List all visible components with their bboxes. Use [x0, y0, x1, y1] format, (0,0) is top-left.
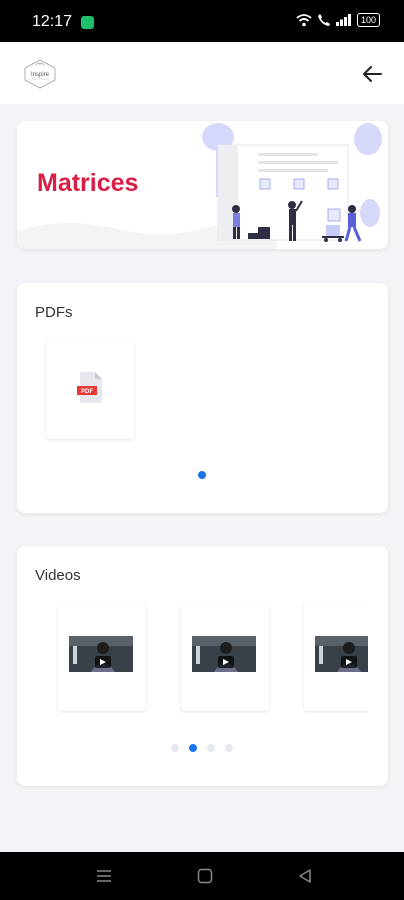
battery-icon: 100: [356, 13, 380, 27]
wifi-icon: [296, 13, 312, 26]
logo-text: Inspire: [31, 72, 50, 78]
home-icon[interactable]: [197, 868, 213, 884]
status-time: 12:17: [32, 13, 73, 30]
call-icon: [317, 14, 330, 26]
video-item[interactable]: [181, 603, 269, 711]
video-thumbnail: [69, 636, 133, 672]
videos-page-dot[interactable]: [207, 744, 215, 752]
inspire-logo: Inspire: [24, 59, 56, 89]
status-icons: 100: [296, 13, 380, 27]
videos-page-dot-active[interactable]: [189, 744, 197, 752]
recent-apps-icon[interactable]: [96, 868, 112, 884]
video-item[interactable]: [58, 603, 146, 711]
pdf-file-icon: PDF: [77, 372, 102, 403]
topic-banner: Matrices: [17, 121, 388, 249]
system-nav-bar: [0, 852, 404, 900]
video-thumbnail: [315, 636, 368, 672]
signal-icon: [335, 14, 351, 26]
app-header: Inspire: [0, 42, 404, 104]
videos-page-dot[interactable]: [171, 744, 179, 752]
pdfs-section-title: PDFs: [35, 304, 73, 321]
topic-title: Matrices: [37, 169, 139, 197]
videos-section: Videos: [17, 546, 388, 786]
banner-illustration: [202, 123, 382, 242]
status-bar: 12:17 100: [0, 0, 404, 42]
video-carousel[interactable]: [35, 601, 368, 713]
pdfs-page-dot-active[interactable]: [198, 471, 206, 479]
video-item[interactable]: [304, 603, 368, 711]
back-nav-icon[interactable]: [297, 868, 313, 884]
pdfs-section: PDFs PDF: [17, 283, 388, 513]
videos-page-dot[interactable]: [225, 744, 233, 752]
videos-section-title: Videos: [35, 567, 81, 584]
video-thumbnail: [192, 636, 256, 672]
pdf-item[interactable]: PDF: [46, 339, 134, 439]
back-arrow-icon[interactable]: [360, 62, 384, 86]
app-notification-icon: [81, 16, 94, 29]
pdf-badge-text: PDF: [81, 389, 93, 395]
